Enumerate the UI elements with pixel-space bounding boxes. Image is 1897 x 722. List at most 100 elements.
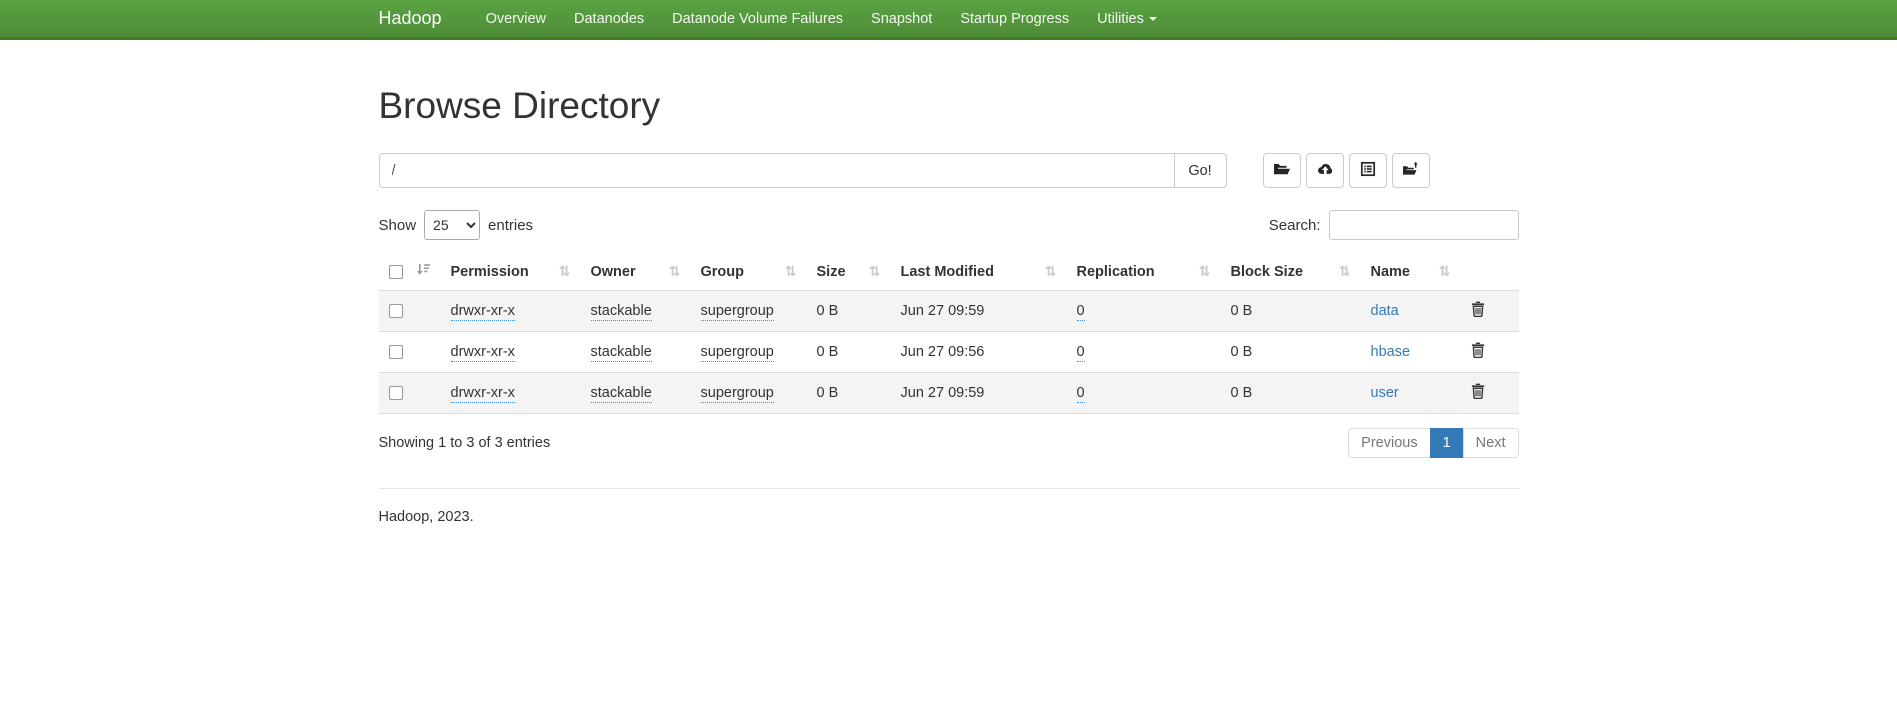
delete-button[interactable] (1471, 342, 1485, 358)
column-header-last-modified[interactable]: Last Modified ⇅ (891, 254, 1067, 291)
sort-icon: ⇅ (1045, 264, 1057, 280)
table-row: drwxr-xr-x stackable supergroup 0 B Jun … (379, 291, 1519, 332)
pagination: Previous 1 Next (1348, 428, 1518, 458)
column-label: Permission (451, 264, 529, 280)
column-label: Last Modified (901, 264, 994, 280)
create-directory-button[interactable] (1263, 153, 1301, 188)
navbar-menu: Overview Datanodes Datanode Volume Failu… (472, 0, 1171, 37)
last-modified-cell: Jun 27 09:59 (901, 385, 985, 401)
directory-link[interactable]: hbase (1371, 344, 1411, 360)
show-label: Show (379, 217, 417, 234)
entries-label: entries (488, 217, 533, 234)
last-modified-cell: Jun 27 09:56 (901, 344, 985, 360)
block-size-cell: 0 B (1231, 385, 1253, 401)
block-size-cell: 0 B (1231, 344, 1253, 360)
size-cell: 0 B (817, 344, 839, 360)
file-action-buttons (1263, 153, 1430, 188)
column-label: Owner (591, 264, 636, 280)
search-control: Search: (1269, 210, 1519, 240)
row-checkbox[interactable] (389, 345, 403, 359)
nav-item-snapshot[interactable]: Snapshot (857, 0, 946, 37)
owner-cell[interactable]: stackable (591, 344, 652, 362)
directory-link[interactable]: data (1371, 303, 1399, 319)
select-all-checkbox[interactable] (389, 265, 403, 279)
nav-item-datanodes[interactable]: Datanodes (560, 0, 658, 37)
sort-icon: ⇅ (1339, 264, 1351, 280)
column-label: Group (701, 264, 745, 280)
permission-cell[interactable]: drwxr-xr-x (451, 344, 515, 362)
folder-move-icon (1402, 161, 1420, 180)
footer-divider (379, 488, 1519, 489)
group-cell[interactable]: supergroup (701, 344, 774, 362)
column-label: Block Size (1231, 264, 1304, 280)
table-controls: Show 25 entries Search: (379, 210, 1519, 240)
column-header-name[interactable]: Name⇅ (1361, 254, 1461, 291)
owner-cell[interactable]: stackable (591, 303, 652, 321)
path-input-group: Go! (379, 153, 1227, 188)
page-title: Browse Directory (379, 85, 1519, 127)
group-cell[interactable]: supergroup (701, 385, 774, 403)
sort-icon: ⇅ (869, 264, 881, 280)
sort-icon: ⇅ (669, 264, 681, 280)
nav-item-startup-progress[interactable]: Startup Progress (946, 0, 1083, 37)
page-length-control: Show 25 entries (379, 210, 534, 240)
replication-cell[interactable]: 0 (1077, 344, 1085, 362)
pagination-next[interactable]: Next (1463, 428, 1519, 458)
trash-icon (1471, 387, 1485, 402)
search-label: Search: (1269, 217, 1321, 234)
move-button[interactable] (1392, 153, 1430, 188)
group-cell[interactable]: supergroup (701, 303, 774, 321)
cloud-upload-icon (1316, 161, 1334, 180)
column-header-group[interactable]: Group ⇅ (691, 254, 807, 291)
table-footer: Showing 1 to 3 of 3 entries Previous 1 N… (379, 428, 1519, 458)
row-checkbox[interactable] (389, 304, 403, 318)
sort-icon: ⇅ (785, 264, 797, 280)
row-checkbox[interactable] (389, 386, 403, 400)
column-label: Size (817, 264, 846, 280)
directory-table: Permission ⇅ Owner ⇅ Group ⇅ Size ⇅ Last Mod… (379, 254, 1519, 414)
directory-link[interactable]: user (1371, 385, 1399, 401)
table-row: drwxr-xr-x stackable supergroup 0 B Jun … (379, 332, 1519, 373)
upload-files-button[interactable] (1306, 153, 1344, 188)
nav-item-utilities[interactable]: Utilities (1083, 0, 1171, 37)
search-input[interactable] (1329, 210, 1519, 240)
column-label: Replication (1077, 264, 1155, 280)
trash-icon (1471, 305, 1485, 320)
delete-button[interactable] (1471, 301, 1485, 317)
go-button[interactable]: Go! (1174, 153, 1227, 188)
top-navbar: Hadoop Overview Datanodes Datanode Volum… (0, 0, 1897, 40)
replication-cell[interactable]: 0 (1077, 303, 1085, 321)
block-size-cell: 0 B (1231, 303, 1253, 319)
delete-button[interactable] (1471, 383, 1485, 399)
paste-button[interactable] (1349, 153, 1387, 188)
column-header-permission[interactable]: Permission ⇅ (441, 254, 581, 291)
pagination-page-1[interactable]: 1 (1430, 428, 1464, 458)
column-header-replication[interactable]: Replication ⇅ (1067, 254, 1221, 291)
permission-cell[interactable]: drwxr-xr-x (451, 385, 515, 403)
clipboard-list-icon (1360, 161, 1376, 180)
path-input[interactable] (379, 153, 1175, 188)
replication-cell[interactable]: 0 (1077, 385, 1085, 403)
column-header-block-size[interactable]: Block Size ⇅ (1221, 254, 1361, 291)
nav-item-datanode-volume-failures[interactable]: Datanode Volume Failures (658, 0, 857, 37)
column-header-actions (1461, 254, 1519, 291)
nav-item-overview[interactable]: Overview (472, 0, 560, 37)
entries-info: Showing 1 to 3 of 3 entries (379, 435, 551, 451)
navbar-brand[interactable]: Hadoop (379, 8, 442, 29)
page-length-select[interactable]: 25 (424, 210, 480, 240)
main-content: Browse Directory Go! (364, 85, 1534, 565)
column-header-owner[interactable]: Owner ⇅ (581, 254, 691, 291)
size-cell: 0 B (817, 303, 839, 319)
owner-cell[interactable]: stackable (591, 385, 652, 403)
navbar-container: Hadoop Overview Datanodes Datanode Volum… (364, 0, 1534, 37)
sort-icon: ⇅ (1199, 264, 1211, 280)
permission-cell[interactable]: drwxr-xr-x (451, 303, 515, 321)
table-row: drwxr-xr-x stackable supergroup 0 B Jun … (379, 373, 1519, 414)
sort-icon: ⇅ (1439, 264, 1451, 280)
size-cell: 0 B (817, 385, 839, 401)
column-header-size[interactable]: Size ⇅ (807, 254, 891, 291)
sort-icon: ⇅ (559, 264, 571, 280)
table-header-row: Permission ⇅ Owner ⇅ Group ⇅ Size ⇅ Last Mod… (379, 254, 1519, 291)
pagination-previous[interactable]: Previous (1348, 428, 1430, 458)
column-header-select[interactable] (379, 254, 441, 291)
